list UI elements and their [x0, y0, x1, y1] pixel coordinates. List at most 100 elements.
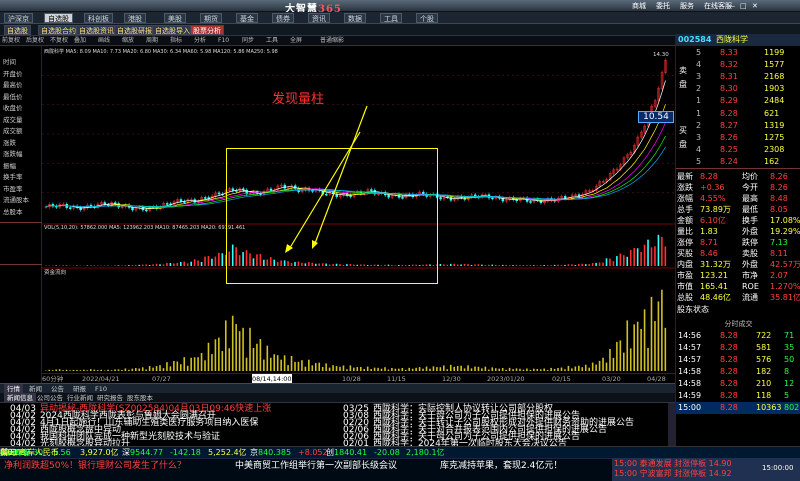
tick-volume: 118: [756, 391, 772, 400]
left-info-panel: 时间 开盘价 最高价 最低价 收盘价 成交量 成交额 涨跌 涨跌幅 振幅 换手率 市盈率 流通股本 总股本: [0, 46, 42, 383]
menu-tab-11[interactable]: 个股: [416, 13, 438, 23]
flow-bar: [314, 363, 317, 371]
toolbar-item-3[interactable]: 叠加: [74, 36, 86, 46]
window-ctrl-5[interactable]: □: [740, 1, 747, 11]
flow-bar: [183, 357, 186, 371]
menu-tab-6[interactable]: 基金: [236, 13, 258, 23]
stock-code: 002584: [678, 35, 712, 44]
bid-row: 1 8.28 621: [676, 108, 800, 120]
flow-bar: [498, 368, 501, 371]
window-ctrl-0[interactable]: 商城: [632, 1, 646, 11]
flow-bar: [366, 366, 369, 371]
flow-bar: [581, 367, 584, 371]
volume-bar: [162, 264, 165, 266]
status-news-3[interactable]: 库克减持苹果，套现2.4亿元！: [440, 460, 562, 472]
volume-bar: [578, 264, 580, 266]
flow-bar: [526, 368, 528, 371]
menu-tab-2[interactable]: 科创板: [84, 13, 113, 23]
news-tab-3[interactable]: 研究报告: [94, 393, 126, 403]
bid-volume: 162: [764, 157, 780, 166]
volume-bar: [491, 264, 494, 266]
toolbar-item-8[interactable]: 分析: [194, 36, 206, 46]
volume-bar: [474, 264, 476, 266]
sub-tab-1[interactable]: 自选股合约: [38, 25, 79, 35]
window-ctrl-2[interactable]: 服务: [680, 1, 694, 11]
tick-volume: 722: [756, 331, 772, 340]
flow-bar: [664, 327, 667, 371]
toolbar-item-10[interactable]: 同步: [242, 36, 254, 46]
news-scrollbar[interactable]: [668, 403, 675, 446]
toolbar-item-0[interactable]: 前复权: [2, 36, 20, 46]
bid-price: 8.27: [720, 121, 738, 130]
toolbar-item-4[interactable]: 画线: [98, 36, 110, 46]
menu-tab-0[interactable]: 沪深京: [4, 13, 33, 23]
menu-tab-4[interactable]: 美股: [164, 13, 186, 23]
toolbar-item-9[interactable]: F10: [218, 36, 229, 46]
toolbar-item-7[interactable]: 指标: [170, 36, 182, 46]
flow-bar: [100, 369, 102, 371]
menu-tab-3[interactable]: 港股: [124, 13, 146, 23]
news-tab-2[interactable]: 行业新闻: [64, 393, 96, 403]
flow-bar: [481, 368, 483, 371]
news-tab-1[interactable]: 公司公告: [34, 393, 66, 403]
flow-bar: [380, 368, 383, 371]
menu-tab-8[interactable]: 资讯: [308, 13, 330, 23]
volume-bar: [200, 262, 203, 266]
flow-bar: [370, 369, 372, 371]
quote-header: 002584 西陇科学: [676, 34, 800, 46]
ask-price: 8.32: [720, 60, 738, 69]
menu-tab-5[interactable]: 期货: [200, 13, 222, 23]
tick-time: 14:58: [678, 379, 702, 388]
toolbar-item-11[interactable]: 工具: [266, 36, 278, 46]
volume-bar: [591, 263, 594, 266]
tick-time: 14:58: [678, 367, 702, 376]
window-ctrl-4[interactable]: —: [728, 1, 735, 11]
status-news-1[interactable]: 净利润跌超50%！银行理财公司发生了什么？: [4, 460, 186, 472]
toolbar-item-12[interactable]: 全屏: [290, 36, 302, 46]
sub-tab-0[interactable]: 自选股: [4, 25, 31, 35]
tick-time: 15:00: [678, 403, 702, 412]
menu-tab-9[interactable]: 数据: [344, 13, 366, 23]
flow-bar: [204, 360, 206, 371]
news-tab-4[interactable]: 股东股本: [124, 393, 156, 403]
flow-bar: [134, 368, 137, 371]
window-ctrl-1[interactable]: 委托: [656, 1, 670, 11]
toolbar-item-13[interactable]: 普通缩影: [320, 36, 344, 46]
volume-bar: [612, 261, 615, 266]
sub-tab-5[interactable]: 股票分析: [190, 25, 224, 35]
sub-tab-3[interactable]: 自选股研报: [114, 25, 155, 35]
sub-tab-4[interactable]: 自选股导入: [152, 25, 193, 35]
volume-bar: [605, 258, 608, 266]
volume-bar: [131, 265, 134, 266]
candle-body: [491, 197, 494, 200]
toolbar-item-1[interactable]: 后复权: [26, 36, 44, 46]
volume-bar: [567, 264, 570, 266]
news-tab-0[interactable]: 新闻信息: [4, 393, 36, 403]
flow-bar: [446, 369, 449, 371]
toolbar-item-2[interactable]: 不复权: [50, 36, 68, 46]
status-news-2[interactable]: 中美商贸工作组举行第一次副部长级会议: [235, 460, 397, 472]
vol-legend: VOL(5,10,20): 57862.000 MA5: 123962.203 …: [44, 225, 245, 231]
sub-tab-2[interactable]: 自选股资讯: [76, 25, 117, 35]
flow-bar: [152, 367, 154, 371]
flow-bar: [221, 351, 224, 371]
volume-bar: [89, 265, 92, 266]
window-ctrl-6[interactable]: ✕: [752, 1, 758, 11]
flow-bar: [190, 357, 192, 371]
alert-box[interactable]: 15:00 泰通发展 封涨停板 14.90 15:00 宁波富邦 封涨停板 14…: [612, 458, 800, 481]
left-panel-item-2: 最高价: [3, 81, 23, 89]
menu-tab-10[interactable]: 工具: [380, 13, 402, 23]
candle-body: [217, 192, 221, 195]
flow-bar: [633, 324, 635, 371]
menu-tab-7[interactable]: 债券: [272, 13, 294, 23]
flow-bar: [519, 368, 521, 371]
ask-volume: 2168: [764, 72, 785, 81]
toolbar-item-6[interactable]: 周期: [146, 36, 158, 46]
toolbar-item-5[interactable]: 缩放: [122, 36, 134, 46]
flow-bar: [83, 369, 85, 371]
flow-bar: [443, 365, 445, 371]
flow-bar: [173, 360, 175, 371]
volume-bar: [221, 253, 224, 266]
tick-row: 14:59 8.28 118 5: [676, 390, 800, 402]
menu-tab-1[interactable]: 自选股: [44, 13, 73, 23]
